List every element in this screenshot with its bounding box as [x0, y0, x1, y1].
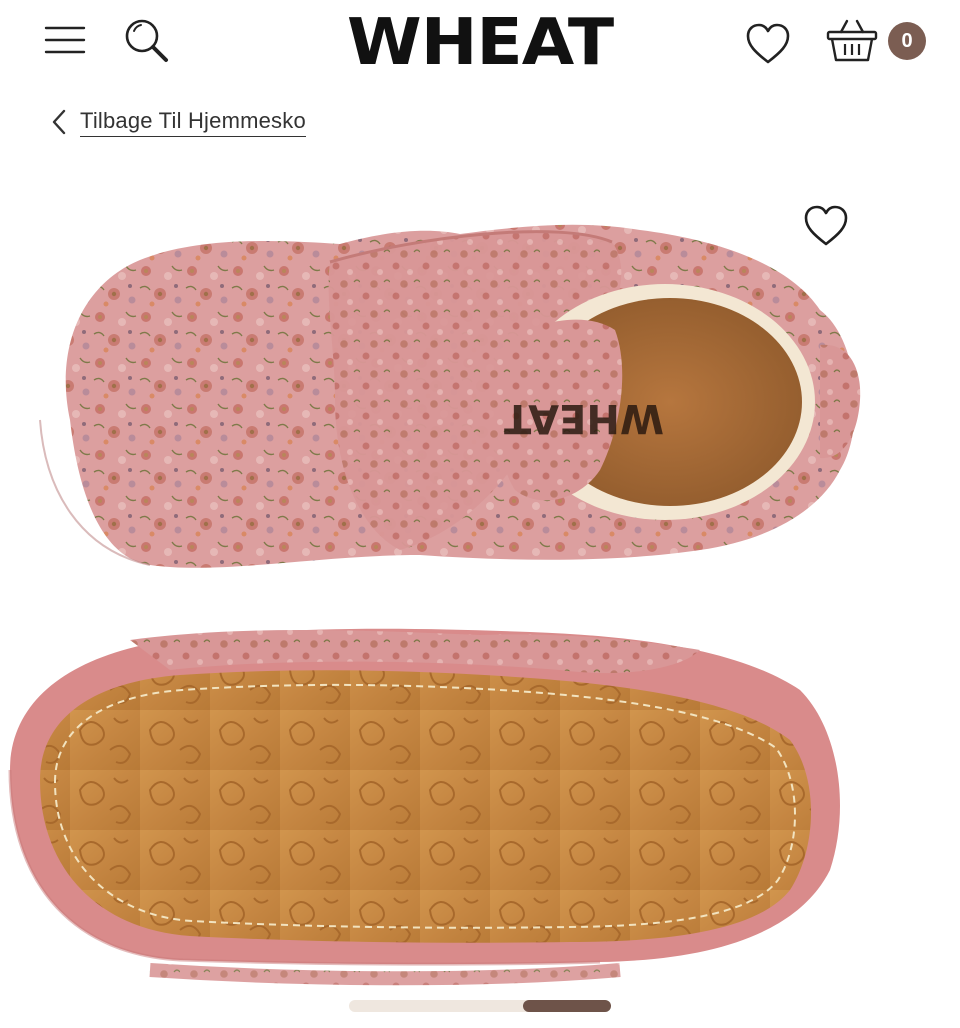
heart-icon [804, 205, 848, 246]
site-logo[interactable]: WHEAT [321, 6, 639, 80]
site-header: WHEAT 0 [0, 0, 960, 90]
wishlist-button[interactable] [745, 22, 791, 66]
product-image: WHEAT [8, 224, 861, 986]
chevron-left-icon [52, 109, 66, 135]
cart-button[interactable] [826, 18, 878, 64]
top-shoe-illustration: WHEAT [39, 224, 861, 568]
cart-count-badge: 0 [888, 22, 926, 60]
heart-icon [746, 23, 790, 64]
add-to-favorites-button[interactable] [802, 204, 850, 248]
bottom-shoe-illustration [8, 628, 840, 986]
back-to-category-link[interactable]: Tilbage Til Hjemmesko [50, 104, 306, 140]
product-page: WHEAT 0 Tilbage Til Hjemmesko WHEAT [0, 0, 960, 1028]
carousel-progress-thumb[interactable] [523, 1000, 611, 1012]
product-image-gallery[interactable]: WHEAT [0, 170, 960, 990]
shopping-basket-icon [826, 19, 878, 62]
svg-text:WHEAT: WHEAT [503, 395, 664, 441]
search-button[interactable] [122, 16, 172, 66]
hamburger-menu-icon [44, 26, 86, 54]
back-link-label: Tilbage Til Hjemmesko [80, 108, 306, 137]
search-icon [125, 19, 168, 62]
menu-button[interactable] [44, 22, 86, 58]
